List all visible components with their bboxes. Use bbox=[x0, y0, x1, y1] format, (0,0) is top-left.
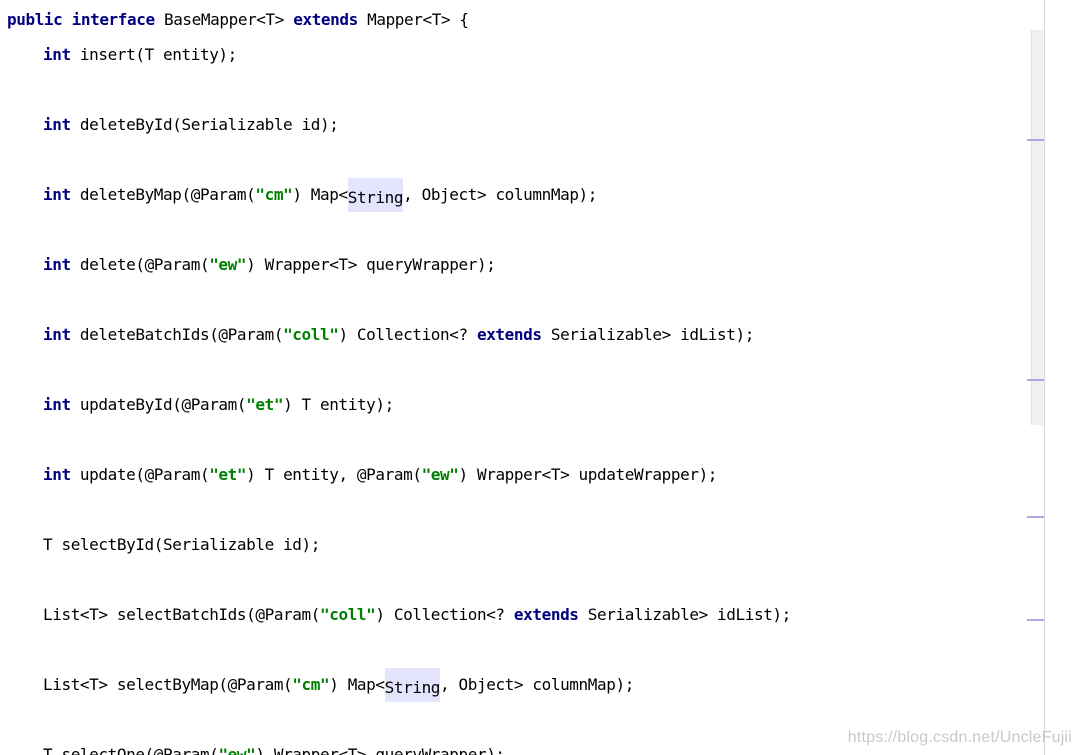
occurrence-marker[interactable] bbox=[1027, 516, 1044, 518]
code-token: BaseMapper<T> bbox=[154, 10, 294, 29]
string-literal-token: "coll" bbox=[320, 605, 376, 624]
code-token: insert(T entity); bbox=[70, 45, 237, 64]
code-token: deleteBatchIds(@Param( bbox=[70, 325, 284, 344]
code-line-declaration[interactable]: public interface BaseMapper<T> extends M… bbox=[7, 10, 469, 32]
code-line-method[interactable]: int insert(T entity); bbox=[43, 45, 237, 67]
occurrence-marker[interactable] bbox=[1027, 379, 1044, 381]
code-line-method[interactable]: int deleteByMap(@Param("cm") Map<String,… bbox=[43, 178, 598, 212]
watermark: https://blog.csdn.net/UncleFujii bbox=[847, 729, 1072, 746]
code-line-method[interactable]: int delete(@Param("ew") Wrapper<T> query… bbox=[43, 255, 496, 277]
vertical-scrollbar[interactable] bbox=[1031, 30, 1044, 425]
keyword-token: int bbox=[43, 45, 71, 64]
code-token: ) Collection<? bbox=[375, 605, 514, 624]
code-token: ) Collection<? bbox=[338, 325, 477, 344]
code-token: ) Wrapper<T> updateWrapper); bbox=[458, 465, 718, 484]
code-token: delete(@Param( bbox=[70, 255, 210, 274]
keyword-token: int bbox=[43, 465, 71, 484]
code-token: ) Wrapper<T> queryWrapper); bbox=[246, 255, 496, 274]
string-literal-token: "cm" bbox=[255, 185, 293, 204]
code-token: update(@Param( bbox=[70, 465, 210, 484]
string-literal-token: "et" bbox=[209, 465, 247, 484]
code-line-method[interactable]: int deleteBatchIds(@Param("coll") Collec… bbox=[43, 325, 754, 347]
highlighted-occurrence: String bbox=[384, 668, 440, 702]
code-token: ) T entity, @Param( bbox=[246, 465, 422, 484]
code-token: T selectOne(@Param( bbox=[43, 745, 219, 755]
code-token: deleteByMap(@Param( bbox=[70, 185, 256, 204]
editor-right-border bbox=[1044, 0, 1045, 755]
keyword-token: int bbox=[43, 325, 71, 344]
highlighted-occurrence: String bbox=[347, 178, 404, 212]
code-line-method[interactable]: List<T> selectByMap(@Param("cm") Map<Str… bbox=[43, 668, 634, 702]
code-token: Serializable> idList); bbox=[541, 325, 755, 344]
code-token: ) T entity); bbox=[283, 395, 394, 414]
code-token: updateById(@Param( bbox=[70, 395, 247, 414]
string-literal-token: "coll" bbox=[283, 325, 339, 344]
code-token: Serializable> idList); bbox=[578, 605, 792, 624]
code-editor[interactable]: public interface BaseMapper<T> extends M… bbox=[0, 0, 1080, 755]
string-literal-token: "et" bbox=[246, 395, 284, 414]
occurrence-marker[interactable] bbox=[1027, 619, 1044, 621]
string-literal-token: "cm" bbox=[292, 675, 330, 694]
code-token: List<T> selectBatchIds(@Param( bbox=[43, 605, 320, 624]
code-token: deleteById(Serializable id); bbox=[70, 115, 339, 134]
code-token: Mapper<T> { bbox=[357, 10, 469, 29]
code-line-method[interactable]: int update(@Param("et") T entity, @Param… bbox=[43, 465, 717, 487]
code-token: T selectById(Serializable id); bbox=[43, 535, 320, 554]
code-line-method[interactable]: int deleteById(Serializable id); bbox=[43, 115, 339, 137]
keyword-token: int bbox=[43, 185, 71, 204]
occurrence-marker[interactable] bbox=[1027, 139, 1044, 141]
keyword-token: extends bbox=[293, 10, 358, 29]
keyword-token: extends bbox=[476, 325, 542, 344]
code-token: , Object> columnMap); bbox=[403, 185, 598, 204]
string-literal-token: "ew" bbox=[421, 465, 459, 484]
code-line-method[interactable]: int updateById(@Param("et") T entity); bbox=[43, 395, 394, 417]
string-literal-token: "ew" bbox=[218, 745, 256, 755]
keyword-token: public interface bbox=[7, 10, 155, 29]
code-line-method[interactable]: List<T> selectBatchIds(@Param("coll") Co… bbox=[43, 605, 791, 627]
code-token: List<T> selectByMap(@Param( bbox=[43, 675, 293, 694]
keyword-token: extends bbox=[513, 605, 579, 624]
string-literal-token: "ew" bbox=[209, 255, 247, 274]
keyword-token: int bbox=[43, 255, 71, 274]
code-token: ) Map< bbox=[292, 185, 348, 204]
code-line-method[interactable]: T selectOne(@Param("ew") Wrapper<T> quer… bbox=[43, 745, 505, 755]
code-token: ) Wrapper<T> queryWrapper); bbox=[255, 745, 505, 755]
code-line-method[interactable]: T selectById(Serializable id); bbox=[43, 535, 320, 557]
code-token: ) Map< bbox=[329, 675, 385, 694]
keyword-token: int bbox=[43, 395, 71, 414]
keyword-token: int bbox=[43, 115, 71, 134]
code-token: , Object> columnMap); bbox=[440, 675, 634, 694]
code-area[interactable]: public interface BaseMapper<T> extends M… bbox=[0, 0, 1040, 755]
